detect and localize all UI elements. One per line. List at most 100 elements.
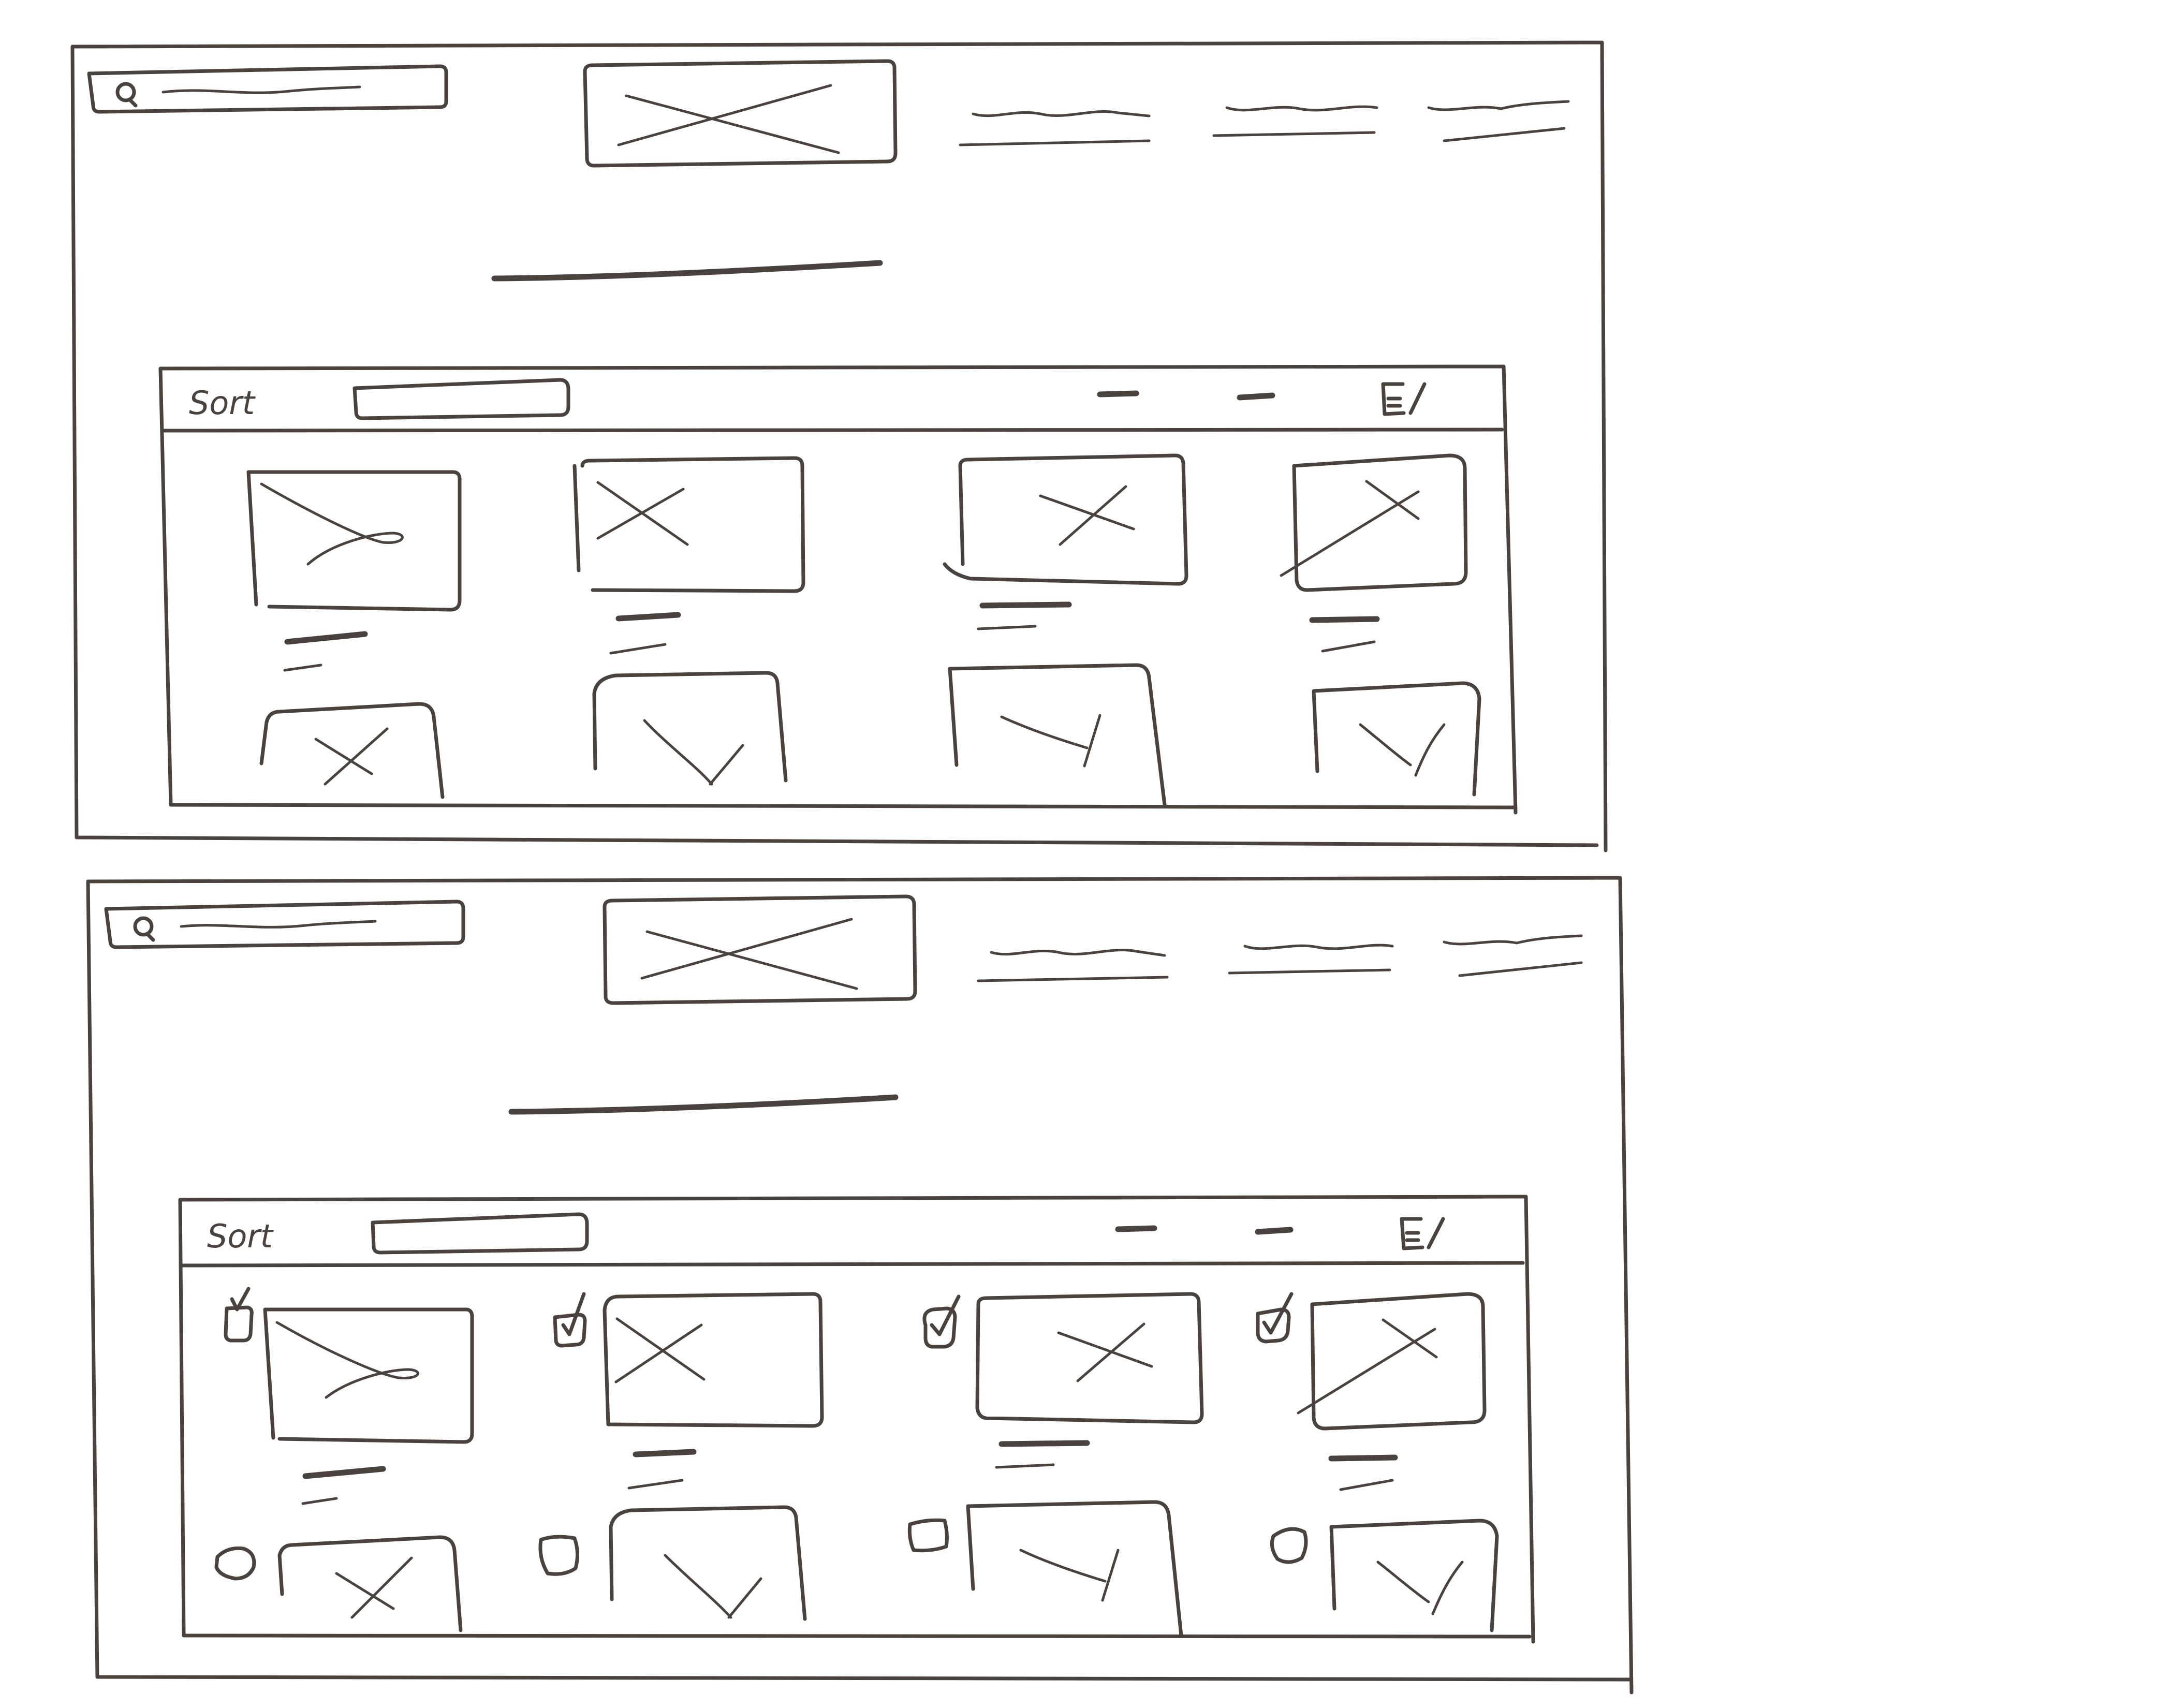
image-placeholder-icon (643, 719, 744, 786)
checkbox-icon[interactable] (214, 1546, 256, 1581)
search-placeholder-scribble (180, 920, 377, 929)
card-title-scribble (633, 1449, 697, 1457)
grid-card[interactable] (1312, 681, 1481, 797)
card-title-scribble (998, 1440, 1090, 1447)
list-view-icon[interactable] (1381, 382, 1427, 416)
image-placeholder-icon (1000, 714, 1101, 768)
search-bar[interactable] (87, 64, 448, 114)
logo-placeholder[interactable] (603, 894, 917, 1005)
nav-link-1[interactable] (959, 110, 1151, 146)
grid-card[interactable] (246, 470, 462, 672)
image-placeholder-icon (617, 84, 840, 154)
grid-card[interactable] (948, 663, 1167, 807)
toolbar-action-2[interactable] (1255, 1227, 1294, 1235)
search-bar[interactable] (104, 900, 465, 949)
card-meta-scribble (1339, 1479, 1394, 1491)
card-title-scribble (284, 631, 368, 645)
wireframe-canvas: Sort Sort (70, 40, 1634, 1695)
nav-link-1[interactable] (977, 949, 1169, 982)
grid-card[interactable] (553, 1292, 824, 1490)
image-placeholder-icon (664, 1554, 762, 1619)
toolbar-action-1[interactable] (1097, 390, 1139, 397)
card-title-scribble (979, 601, 1072, 609)
image-placeholder-icon (1280, 480, 1420, 577)
grid-card[interactable] (1256, 1292, 1487, 1491)
card-meta-scribble (627, 1479, 684, 1490)
nav-link-2[interactable] (1228, 944, 1394, 975)
image-placeholder-icon (335, 1556, 413, 1619)
card-meta-scribble (1321, 640, 1376, 653)
checkbox-icon[interactable] (1270, 1527, 1308, 1564)
card-thumbnail (1310, 1292, 1487, 1431)
checkbox-icon[interactable] (224, 1305, 254, 1343)
logo-placeholder[interactable] (583, 59, 898, 168)
toolbar-action-2[interactable] (1237, 392, 1275, 401)
card-meta-scribble (301, 1497, 338, 1505)
wireframe-frame-selection: Sort (86, 876, 1634, 1695)
toolbar: Sort (207, 1212, 1445, 1255)
checkbox-icon[interactable] (538, 1535, 579, 1576)
grid-card[interactable] (592, 671, 788, 786)
page-title-scribble (508, 1094, 899, 1115)
card-thumbnail (603, 1292, 824, 1428)
image-placeholder-icon (1019, 1549, 1120, 1602)
card-thumbnail (259, 702, 445, 799)
grid-card[interactable] (572, 456, 805, 655)
grid-card[interactable] (1270, 1519, 1499, 1632)
nav-link-3[interactable] (1427, 100, 1570, 142)
sort-label: Sort (207, 1217, 274, 1255)
sort-label: Sort (189, 384, 256, 422)
grid-card[interactable] (907, 1500, 1183, 1638)
grid-card[interactable] (943, 453, 1188, 630)
card-title-scribble (1328, 1454, 1398, 1462)
search-icon (133, 916, 155, 942)
image-placeholder-icon (260, 482, 404, 566)
card-thumbnail (277, 1535, 463, 1632)
sort-dropdown[interactable] (352, 378, 570, 420)
image-placeholder-icon (275, 1321, 419, 1399)
card-thumbnail (572, 456, 805, 593)
card-title-scribble (1309, 616, 1380, 623)
card-thumbnail (948, 663, 1167, 807)
toolbar-action-1[interactable] (1115, 1225, 1157, 1232)
image-placeholder-icon (596, 481, 689, 546)
wireframe-frame-default: Sort (70, 40, 1608, 852)
grid-card[interactable] (1280, 453, 1468, 653)
card-thumbnail (609, 1505, 807, 1621)
grid-card[interactable] (922, 1292, 1204, 1469)
list-view-icon[interactable] (1400, 1217, 1445, 1250)
image-placeholder-icon (314, 727, 389, 786)
search-icon (115, 82, 138, 108)
card-thumbnail (1292, 453, 1468, 592)
card-meta-scribble (609, 643, 667, 655)
card-meta-scribble (283, 664, 322, 672)
toolbar-divider (180, 1261, 1525, 1268)
sort-dropdown[interactable] (371, 1212, 589, 1255)
image-placeholder-icon (1297, 1318, 1438, 1415)
image-placeholder-icon (1376, 1560, 1464, 1615)
image-placeholder-icon (640, 918, 858, 990)
grid-card[interactable] (224, 1287, 474, 1505)
card-title-scribble (302, 1466, 386, 1479)
page-title-scribble (491, 260, 883, 282)
card-thumbnail (1329, 1519, 1499, 1632)
card-thumbnail (1312, 681, 1481, 797)
image-placeholder-icon (1359, 723, 1446, 777)
nav-link-2[interactable] (1212, 105, 1378, 137)
checkbox-icon[interactable] (907, 1518, 949, 1553)
grid-card[interactable] (214, 1535, 463, 1632)
card-thumbnail (966, 1500, 1183, 1638)
grid-card[interactable] (259, 702, 445, 799)
image-placeholder-icon (1057, 1322, 1153, 1382)
toolbar-divider (163, 428, 1504, 433)
grid-card[interactable] (538, 1505, 807, 1621)
search-placeholder-scribble (161, 85, 361, 94)
content-panel (178, 1195, 1535, 1644)
image-placeholder-icon (614, 1317, 706, 1383)
toolbar: Sort (189, 378, 1427, 422)
card-thumbnail (975, 1292, 1204, 1424)
image-placeholder-icon (1039, 485, 1135, 546)
nav-link-3[interactable] (1443, 934, 1583, 977)
card-meta-scribble (977, 625, 1037, 630)
card-thumbnail (943, 453, 1188, 586)
